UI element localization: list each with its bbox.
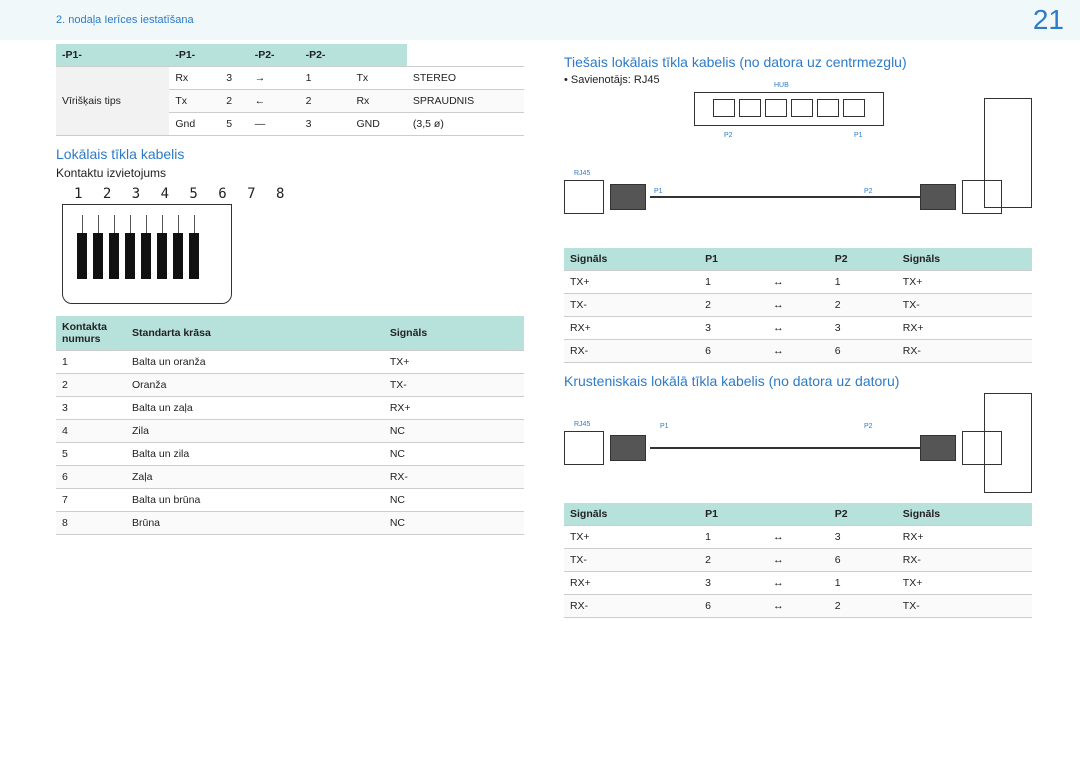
th: -P1- [169, 44, 220, 67]
table-row: TX-2↔6RX- [564, 549, 1032, 572]
rj45-label: RJ45 [574, 421, 590, 428]
pin-numbers: 1 2 3 4 5 6 7 8 [56, 186, 524, 202]
table-row: 7Balta un brūnaNC [56, 489, 524, 512]
pc-icon [984, 98, 1032, 208]
table-row: 1Balta un oranžaTX+ [56, 351, 524, 374]
table-row: 8BrūnaNC [56, 512, 524, 535]
table-row: 6ZaļaRX- [56, 466, 524, 489]
table-row: RX+3↔1TX+ [564, 572, 1032, 595]
port-icon [843, 99, 865, 117]
th [767, 248, 829, 271]
pin-icon [189, 233, 199, 279]
port-icon [765, 99, 787, 117]
th [220, 44, 249, 67]
p1-label: P1 [660, 423, 669, 430]
port-icon [817, 99, 839, 117]
subheading-pinout: Kontaktu izvietojums [56, 166, 524, 180]
th: Signāls [564, 503, 699, 526]
table-row: TX-2↔2TX- [564, 294, 1032, 317]
th: Signāls [564, 248, 699, 271]
table-row: 2OranžaTX- [56, 374, 524, 397]
th: Signāls [897, 503, 1032, 526]
port-icon [713, 99, 735, 117]
p2-label: P2 [724, 132, 733, 139]
th: -P1- [56, 44, 169, 67]
th: P2 [829, 503, 897, 526]
port-icon [739, 99, 761, 117]
wire-color-table: Kontakta numurs Standarta krāsa Signāls … [56, 316, 524, 535]
th: Kontakta numurs [56, 316, 126, 351]
page-header: 2. nodaļa Ierīces iestatīšana 21 [0, 0, 1080, 40]
pin-icon [77, 233, 87, 279]
table-row: TX+1↔3RX+ [564, 526, 1032, 549]
th: P1 [699, 248, 767, 271]
rj45-illustration [62, 204, 232, 304]
chapter-label: 2. nodaļa Ierīces iestatīšana [56, 14, 194, 26]
left-column: -P1- -P1- -P2- -P2- Vīrišķais tips Rx 3 … [56, 44, 524, 618]
pin-icon [109, 233, 119, 279]
th [350, 44, 406, 67]
hub-label: HUB [774, 82, 789, 89]
pin-icon [157, 233, 167, 279]
table-row: Vīrišķais tips Rx 3 → 1 Tx STEREO [56, 67, 524, 90]
th: Standarta krāsa [126, 316, 384, 351]
th [767, 503, 829, 526]
table-row: RX-6↔2TX- [564, 595, 1032, 618]
table-row: TX+1↔1TX+ [564, 271, 1032, 294]
heading-lan-cable: Lokālais tīkla kabelis [56, 146, 524, 162]
th: -P2- [249, 44, 300, 67]
port-icon [791, 99, 813, 117]
page-number: 21 [1033, 4, 1064, 36]
right-column: Tiešais lokālais tīkla kabelis (no dator… [564, 44, 1032, 618]
p2-label: P2 [864, 423, 873, 430]
p1-label: P1 [854, 132, 863, 139]
pin-icon [173, 233, 183, 279]
table-row: RX+3↔3RX+ [564, 317, 1032, 340]
cross-signal-table: Signāls P1 P2 Signāls TX+1↔3RX+TX-2↔6RX-… [564, 503, 1032, 618]
table-row: 3Balta un zaļaRX+ [56, 397, 524, 420]
cross-cable-diagram: RJ45 P1 P2 [564, 393, 1032, 503]
th: P1 [699, 503, 767, 526]
rj45-label: RJ45 [574, 170, 590, 177]
connector-bullet: • Savienotājs: RJ45 [564, 74, 1032, 86]
th: -P2- [300, 44, 351, 67]
rowhead: Vīrišķais tips [56, 67, 169, 136]
pin-icon [93, 233, 103, 279]
th: Signāls [897, 248, 1032, 271]
direct-signal-table: Signāls P1 P2 Signāls TX+1↔1TX+TX-2↔2TX-… [564, 248, 1032, 363]
direct-cable-diagram: HUB P2 P1 RJ45 P1 P2 [564, 88, 1032, 248]
th: P2 [829, 248, 897, 271]
heading-direct-cable: Tiešais lokālais tīkla kabelis (no dator… [564, 54, 1032, 70]
th: Signāls [384, 316, 524, 351]
p2-label: P2 [864, 188, 873, 195]
p1-label: P1 [654, 188, 663, 195]
table-row: RX-6↔6RX- [564, 340, 1032, 363]
pc-icon [984, 393, 1032, 493]
table-row: 4ZilaNC [56, 420, 524, 443]
heading-cross-cable: Krusteniskais lokālā tīkla kabelis (no d… [564, 373, 1032, 389]
pin-icon [141, 233, 151, 279]
pin-mapping-table: -P1- -P1- -P2- -P2- Vīrišķais tips Rx 3 … [56, 44, 524, 136]
pin-icon [125, 233, 135, 279]
table-row: 5Balta un zilaNC [56, 443, 524, 466]
